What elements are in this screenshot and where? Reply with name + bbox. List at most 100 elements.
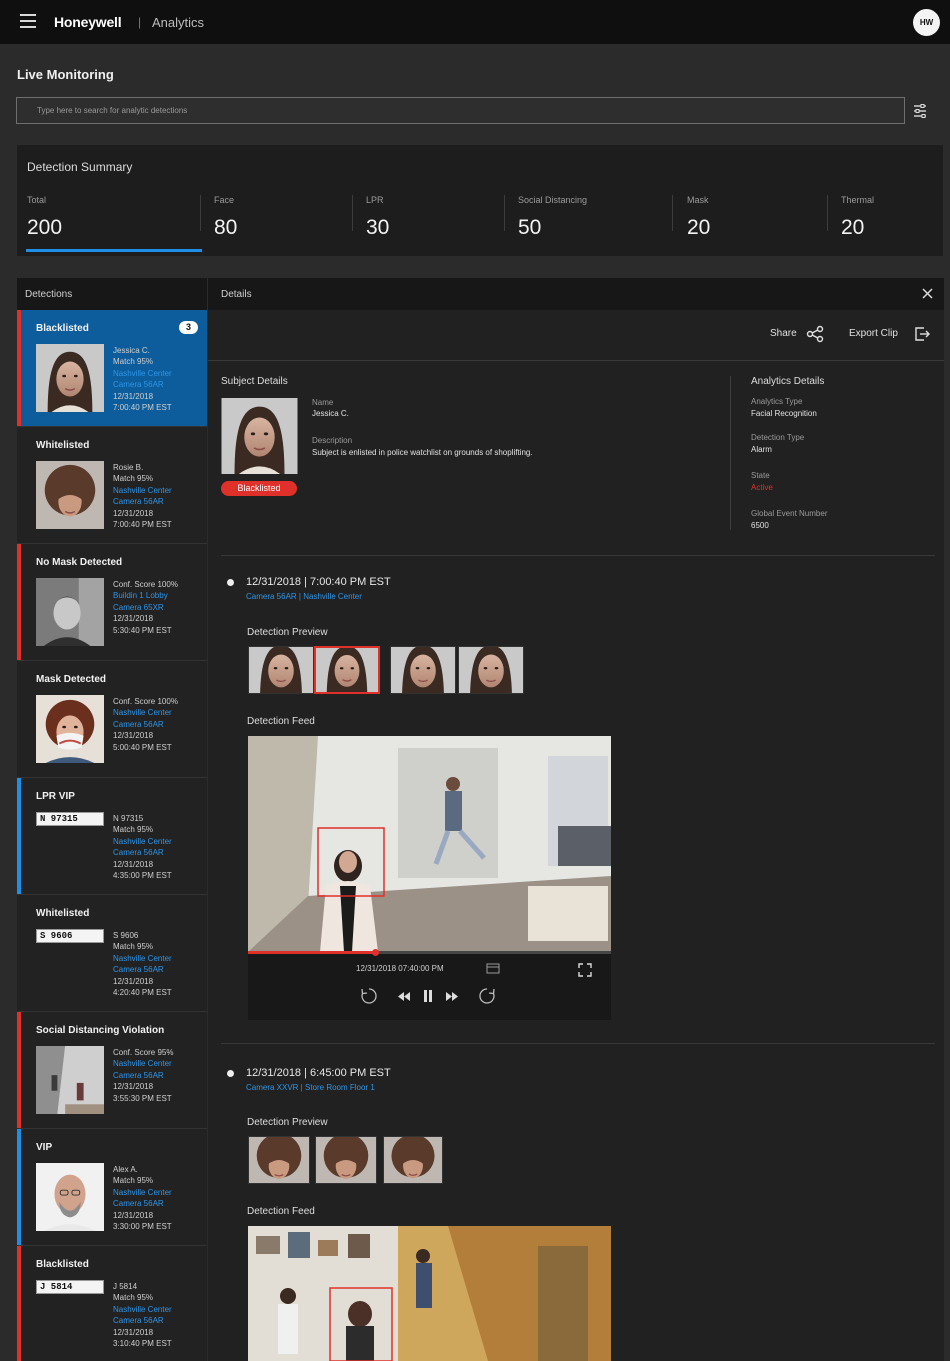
details-actions: Share Export Clip [208,310,944,361]
stat-label: Social Distancing [518,195,588,205]
detection-time: 4:20:40 PM EST [113,988,172,998]
detection-list-item[interactable]: No Mask Detected Conf. Score 100% Buildin … [17,544,207,661]
step-forward-icon[interactable] [446,992,458,1001]
subject-photo [221,398,298,474]
stat-label: Mask [687,195,709,205]
preview-thumbnail[interactable] [315,1136,377,1184]
brand-separator: | [138,15,142,29]
fullscreen-icon[interactable] [578,963,592,977]
detection-camera-link[interactable]: Camera 56AR [113,1070,173,1081]
search-input[interactable] [16,97,905,124]
section-divider [221,1043,935,1044]
stat-divider [352,195,353,231]
status-color-bar [17,895,21,1011]
detection-list-item[interactable]: Mask Detected Conf. Score 100% Nashville C… [17,661,207,778]
close-icon[interactable] [921,287,934,300]
detection-info-line: S 9606 [113,931,139,940]
share-icon[interactable] [806,325,824,343]
stat-face[interactable]: Face 80 [214,195,237,240]
detections-panel: Detections Blacklisted 3 Jessica C. Match 9… [17,278,207,1361]
preview-thumbnail[interactable] [248,1136,310,1184]
event-camera-link[interactable]: Camera XXVR | Store Room Floor 1 [246,1083,375,1092]
detection-info-line: Match 95% [113,474,154,484]
export-icon[interactable] [913,325,931,343]
preview-thumbnail[interactable] [248,646,314,694]
pause-icon[interactable] [423,990,433,1002]
detection-time: 5:00:40 PM EST [113,742,172,752]
video-frame[interactable] [248,736,611,952]
detection-location-link[interactable]: Nashville Center [113,1304,172,1315]
preview-thumbnail[interactable] [383,1136,443,1184]
detection-list-item[interactable]: Blacklisted J 5814 J 5814 Match 95% Nashvill… [17,1246,207,1361]
rewind-10-icon[interactable] [360,987,378,1005]
forward-10-icon[interactable] [478,987,496,1005]
detection-feed-label: Detection Feed [247,716,315,727]
detection-list-item[interactable]: LPR VIP N 97315 N 97315 Match 95% Nashville … [17,778,207,895]
analytics-type-label: Analytics Type [751,397,803,406]
detection-list-item[interactable]: VIP Alex A. Match 95% Nashville Center Camer… [17,1129,207,1246]
detection-camera-link[interactable]: Camera 56AR [113,379,172,390]
share-button[interactable]: Share [770,328,797,339]
detection-list-item[interactable]: Blacklisted 3 Jessica C. Match 95% Nashville… [17,310,207,427]
step-back-icon[interactable] [398,992,410,1001]
hamburger-menu-icon[interactable] [20,14,36,28]
detection-location-link[interactable]: Nashville Center [113,485,172,496]
stat-social-distancing[interactable]: Social Distancing 50 [518,195,587,240]
filter-settings-icon[interactable] [912,103,928,119]
detection-camera-link[interactable]: Camera 56AR [113,847,172,858]
video-frame[interactable] [248,1226,611,1361]
detection-camera-link[interactable]: Camera 56AR [113,1198,172,1209]
page-title: Live Monitoring [17,67,114,82]
detection-info: S 9606 Match 95% Nashville Center Camera 56… [113,930,172,998]
detection-location-link[interactable]: Nashville Center [113,1187,172,1198]
detection-location-link[interactable]: Nashville Center [113,953,172,964]
detection-camera-link[interactable]: Camera 56AR [113,719,178,730]
detection-camera-link[interactable]: Camera 56AR [113,1315,172,1326]
detection-location-link[interactable]: Nashville Center [113,368,172,379]
detection-camera-link[interactable]: Camera 56AR [113,964,172,975]
detection-camera-link[interactable]: Camera 65XR [113,602,178,613]
export-clip-button[interactable]: Export Clip [849,328,898,339]
detection-title: Blacklisted [36,1259,89,1270]
brand-logo[interactable]: Honeywell [54,14,122,30]
preview-thumbnail-selected[interactable] [314,646,380,694]
stat-mask[interactable]: Mask 20 [687,195,710,240]
detection-date: 12/31/2018 [113,859,154,869]
detection-location-link[interactable]: Nashville Center [113,707,178,718]
calendar-icon[interactable] [486,963,500,974]
detection-list-item[interactable]: Social Distancing Violation Conf. Score 9… [17,1012,207,1129]
detection-title: VIP [36,1142,53,1153]
detection-location-link[interactable]: Nashville Center [113,1058,173,1069]
detection-camera-link[interactable]: Camera 56AR [113,496,172,507]
stat-total[interactable]: Total 200 [27,195,62,240]
event-camera-link[interactable]: Camera 56AR | Nashville Center [246,592,362,601]
player-timestamp: 12/31/2018 07:40:00 PM [356,964,444,973]
section-divider [221,555,935,556]
state-value: Active [751,483,773,492]
detection-list-item[interactable]: Whitelisted Rosie B. Match 95% Nashville Ce… [17,427,207,544]
product-name: Analytics [152,15,205,30]
stat-thermal[interactable]: Thermal 20 [841,195,874,240]
detection-info: Jessica C. Match 95% Nashville Center Camer… [113,345,172,413]
user-avatar[interactable]: HW [913,9,940,36]
detections-header: Detections [17,278,207,310]
detection-info: Rosie B. Match 95% Nashville Center Camera … [113,462,172,530]
stat-lpr[interactable]: LPR 30 [366,195,389,240]
video-progress-handle[interactable] [372,949,380,956]
detection-location-link[interactable]: Nashville Center [113,836,172,847]
name-label: Name [312,398,334,407]
name-value: Jessica C. [312,409,349,418]
subject-details-title: Subject Details [221,376,288,387]
detection-time: 3:10:40 PM EST [113,1339,172,1349]
detection-thumbnail [36,461,104,529]
video-player: 12/31/2018 07:40:00 PM [248,736,611,1020]
detection-date: 12/31/2018 [113,976,154,986]
description-value: Subject is enlisted in police watchlist … [312,448,533,457]
detection-list-item[interactable]: Whitelisted S 9606 S 9606 Match 95% Nashvill… [17,895,207,1012]
preview-thumbnail[interactable] [390,646,456,694]
detection-thumbnail [36,344,104,412]
detection-info-line: Match 95% [113,942,154,952]
video-progress-bar[interactable] [248,949,611,956]
detection-location-link[interactable]: Buildin 1 Lobby [113,590,178,601]
preview-thumbnail[interactable] [458,646,524,694]
